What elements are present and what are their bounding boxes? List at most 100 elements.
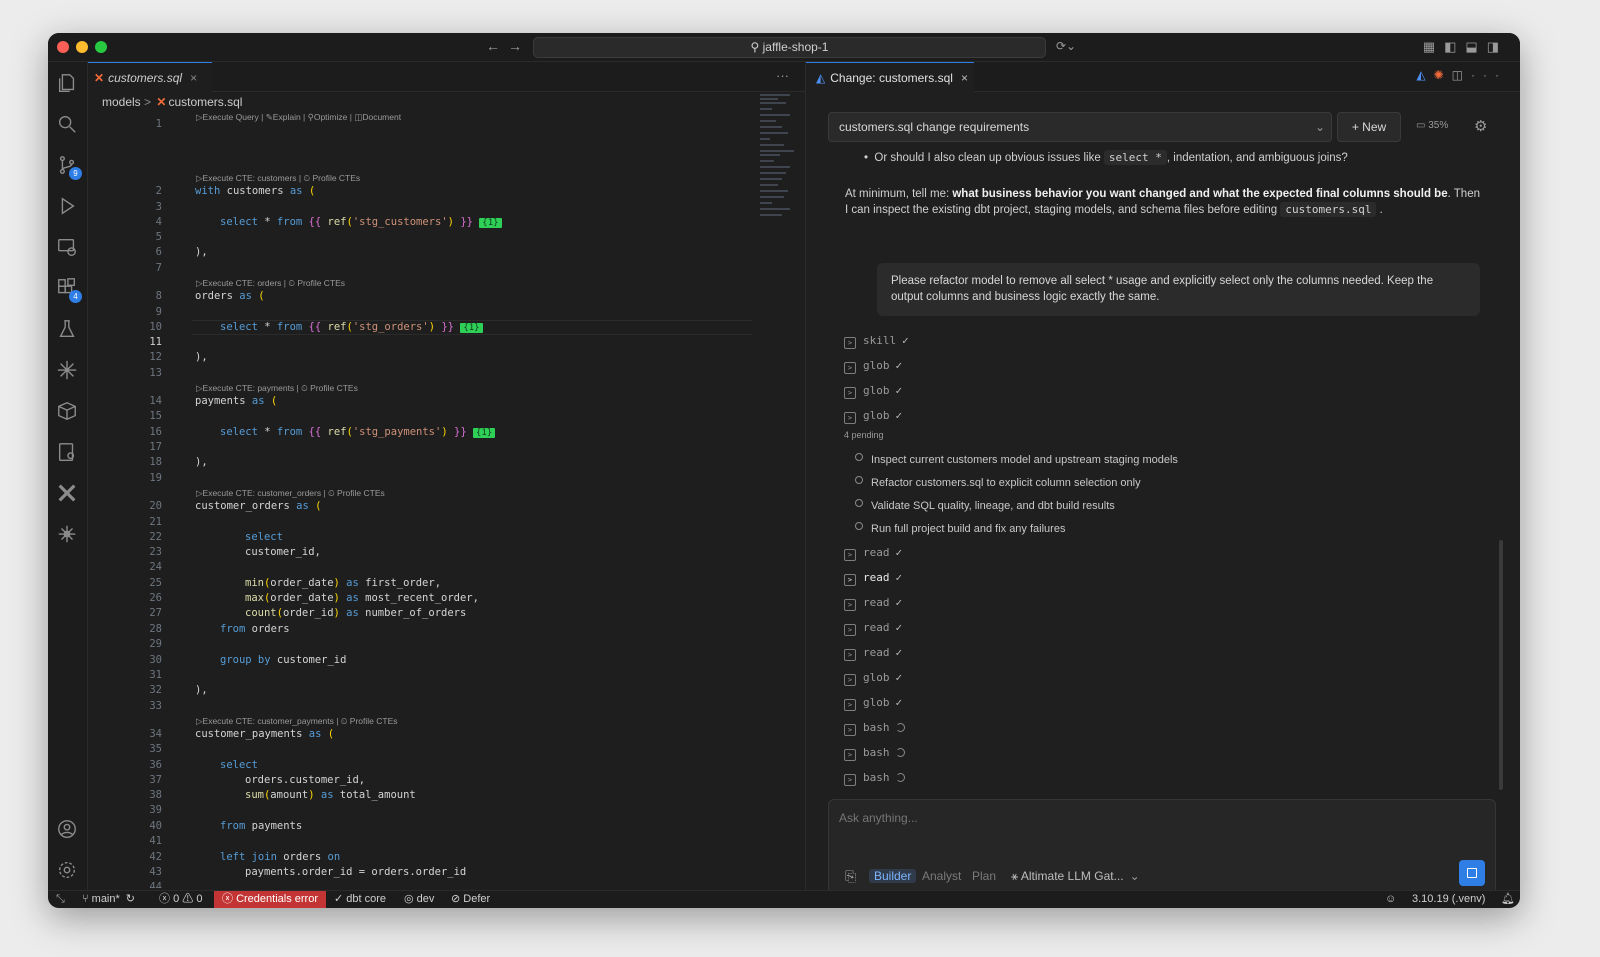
branch-indicator[interactable]: ⑂ main* ↻ (82, 891, 135, 908)
remote-explorer-icon[interactable] (56, 236, 80, 260)
more-actions-icon[interactable]: ··· (776, 68, 789, 83)
code-lens-query[interactable]: ▷Execute Query | ✎Explain | ⚲Optimize | … (196, 111, 401, 123)
code-lens-payments[interactable]: ▷Execute CTE: payments | ⏲ Profile CTEs (196, 382, 358, 394)
tool-call-name: read (863, 571, 890, 584)
run-debug-icon[interactable] (56, 195, 80, 219)
layout-controls: ▦◧⬓◨ (1423, 39, 1508, 55)
tool-call-name: read (863, 621, 890, 634)
error-icon: ⓧ (159, 893, 174, 905)
data-lineage-icon[interactable] (56, 441, 80, 465)
chat-settings-icon[interactable]: ⚙ (1474, 117, 1487, 135)
toggle-sidebar-icon[interactable]: ◧ (1444, 39, 1465, 54)
python-interpreter[interactable]: 3.10.19 (.venv) (1412, 891, 1485, 908)
search-icon: ⚲ (750, 40, 763, 54)
close-tab-icon[interactable]: × (190, 71, 197, 85)
toggle-panel-icon[interactable]: ⬓ (1465, 39, 1486, 54)
stop-button[interactable] (1459, 860, 1485, 886)
forward-arrow-icon[interactable]: → (508, 38, 530, 54)
tool-call-row[interactable]: > bash (844, 720, 905, 736)
sync-icon[interactable]: ↻ (126, 893, 135, 905)
testing-icon[interactable] (56, 318, 80, 342)
command-center-search[interactable]: ⚲ jaffle-shop-1 (533, 37, 1046, 58)
attach-file-icon[interactable]: ⎘ (845, 866, 856, 886)
tab-change-customers-sql[interactable]: ◭ Change: customers.sql × (806, 62, 974, 92)
tool-call-row[interactable]: > read ✓ (844, 595, 902, 611)
tab-customers-sql[interactable]: ✕ customers.sql × (88, 62, 212, 92)
tool-call-row[interactable]: > glob ✓ (844, 358, 902, 374)
model-selector[interactable]: ⚹ Altimate LLM Gat... ⌄ (1011, 866, 1140, 886)
terminal-icon: > (844, 774, 856, 786)
mode-analyst[interactable]: Analyst (922, 866, 961, 886)
ask-input[interactable] (839, 811, 1439, 825)
remote-icon[interactable]: ⤡ (56, 891, 65, 908)
error-count: 0 (173, 893, 180, 905)
copilot-menu-icon[interactable]: ⟳⌄ (1056, 39, 1076, 53)
line-number: 31 (149, 669, 162, 681)
settings-gear-icon[interactable] (56, 859, 80, 883)
tool-call-row[interactable]: > glob ✓ (844, 695, 902, 711)
altimate-icon[interactable] (56, 523, 80, 547)
terminal-icon: > (844, 574, 856, 586)
maximize-window-button[interactable] (95, 41, 107, 53)
tool-call-row[interactable]: > bash (844, 770, 905, 786)
terminal-icon: > (844, 362, 856, 374)
code-editor[interactable]: ▷Execute Query | ✎Explain | ⚲Optimize | … (88, 108, 805, 888)
altimate-logo-icon[interactable]: ◭ (1416, 68, 1433, 82)
search-icon[interactable] (56, 113, 80, 137)
package-icon[interactable] (56, 400, 80, 424)
error-icon: ⓧ (222, 893, 237, 905)
defer-status[interactable]: ⊘ Defer (451, 891, 490, 908)
customize-layout-icon[interactable]: ▦ (1423, 39, 1444, 54)
code-lens-customer-orders[interactable]: ▷Execute CTE: customer_orders | ⏲ Profil… (196, 487, 385, 499)
sparkle-icon[interactable]: ✺ (1434, 68, 1452, 82)
dbt-icon[interactable] (56, 482, 80, 506)
notifications-icon[interactable]: 🔔︎ (1501, 891, 1515, 908)
split-editor-icon[interactable]: ◫ (1452, 68, 1471, 82)
app-window: ←→ ⚲ jaffle-shop-1 ⟳⌄ ▦◧⬓◨ 9 4 ✕ customer… (48, 33, 1520, 908)
copilot-icon[interactable]: ☺ (1385, 891, 1396, 908)
problems-indicator[interactable]: ⓧ 0 ⚠ 0 (159, 891, 202, 908)
snowflake-icon[interactable] (56, 359, 80, 383)
tool-call-row[interactable]: > read ✓ (844, 645, 902, 661)
minimize-window-button[interactable] (76, 41, 88, 53)
more-actions-icon[interactable]: ··· (1471, 68, 1507, 82)
mode-plan[interactable]: Plan (972, 866, 996, 886)
account-icon[interactable] (56, 818, 80, 842)
dbt-core-status[interactable]: ✓ dbt core (334, 891, 386, 908)
tool-call-row[interactable]: > read ✓ (844, 570, 902, 586)
code-lens-customers[interactable]: ▷Execute CTE: customers | ⏲ Profile CTEs (196, 172, 360, 184)
tool-call-row[interactable]: > glob ✓ (844, 408, 902, 424)
mode-builder[interactable]: Builder (869, 866, 917, 886)
breadcrumb-folder[interactable]: models (102, 95, 141, 109)
explorer-icon[interactable] (56, 72, 80, 96)
line-number: 19 (149, 472, 162, 484)
breadcrumb-file[interactable]: customers.sql (168, 95, 242, 109)
new-chat-button[interactable]: + New (1337, 112, 1401, 142)
toggle-secondary-sidebar-icon[interactable]: ◨ (1487, 39, 1508, 54)
target-status[interactable]: ◎ dev (404, 891, 434, 908)
tool-call-row[interactable]: > read ✓ (844, 620, 902, 636)
tool-call-row[interactable]: > glob ✓ (844, 383, 902, 399)
close-window-button[interactable] (57, 41, 69, 53)
tool-call-row[interactable]: > read ✓ (844, 545, 902, 561)
context-window-icon: ▭ (1416, 120, 1429, 131)
extensions-icon[interactable]: 4 (56, 277, 82, 303)
credentials-error-badge[interactable]: ⓧ Credentials error (214, 891, 326, 908)
minimap[interactable] (750, 94, 810, 224)
requirements-select[interactable]: customers.sql change requirements ⌄ (828, 112, 1332, 142)
branch-name: main* (91, 893, 120, 905)
terminal-icon: > (844, 387, 856, 399)
close-tab-icon[interactable]: × (961, 71, 968, 85)
terminal-icon: > (844, 599, 856, 611)
tool-call-row[interactable]: > glob ✓ (844, 670, 902, 686)
chat-scrollbar[interactable] (1499, 540, 1503, 790)
back-arrow-icon[interactable]: ← (486, 38, 508, 54)
code-lens-customer-payments[interactable]: ▷Execute CTE: customer_payments | ⏲ Prof… (196, 715, 398, 727)
tool-call-row[interactable]: > bash (844, 745, 905, 761)
todo-label: Run full project build and fix any failu… (871, 523, 1066, 535)
source-control-icon[interactable]: 9 (56, 154, 82, 180)
tool-call-name: bash (863, 746, 890, 759)
line-number: 32 (149, 684, 162, 696)
code-lens-orders[interactable]: ▷Execute CTE: orders | ⏲ Profile CTEs (196, 277, 345, 289)
tool-call-row[interactable]: > skill ✓ (844, 333, 909, 349)
